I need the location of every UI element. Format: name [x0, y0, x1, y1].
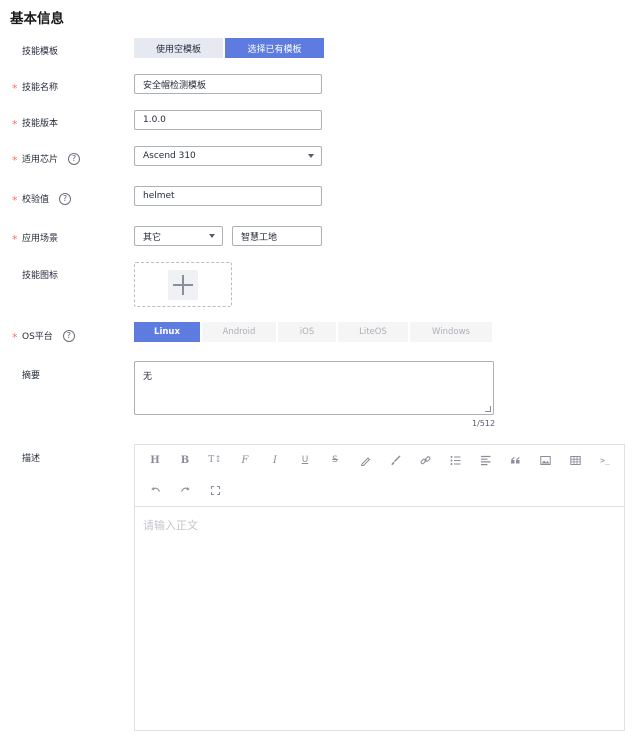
- os-ios-button[interactable]: iOS: [278, 322, 336, 342]
- brush-icon[interactable]: [386, 451, 404, 469]
- required-mark: *: [12, 193, 18, 207]
- chevron-down-icon: [209, 234, 215, 238]
- required-mark: *: [12, 81, 18, 95]
- required-mark: *: [12, 153, 18, 167]
- description-label: 描述: [22, 454, 41, 464]
- scene-label: * 应用场景: [12, 232, 59, 246]
- summary-text: 无: [143, 372, 153, 382]
- scene-input[interactable]: 智慧工地: [232, 226, 322, 246]
- strikethrough-icon[interactable]: S: [326, 451, 344, 469]
- os-windows-button[interactable]: Windows: [410, 322, 492, 342]
- help-icon[interactable]: ?: [68, 152, 81, 165]
- required-mark: *: [12, 117, 18, 131]
- bold-icon[interactable]: B: [176, 451, 194, 469]
- empty-template-button[interactable]: 使用空模板: [134, 38, 223, 58]
- table-icon[interactable]: [566, 451, 584, 469]
- quote-icon[interactable]: [506, 451, 524, 469]
- align-icon[interactable]: [476, 451, 494, 469]
- section-title: 基本信息: [10, 11, 64, 27]
- image-icon[interactable]: [536, 451, 554, 469]
- template-segmented: 使用空模板 选择已有模板: [134, 38, 324, 58]
- summary-textarea[interactable]: 无: [134, 361, 494, 415]
- summary-counter: 1/512: [472, 419, 496, 428]
- required-mark: *: [12, 232, 18, 246]
- summary-label: 摘要: [22, 371, 41, 381]
- help-icon[interactable]: ?: [59, 192, 72, 205]
- skill-name-input[interactable]: 安全帽检测模板: [134, 74, 322, 94]
- fullscreen-icon[interactable]: [206, 481, 224, 499]
- icon-upload[interactable]: [134, 262, 232, 307]
- icon-label: 技能图标: [22, 271, 59, 281]
- version-label: * 技能版本: [12, 117, 59, 131]
- chevron-down-icon: [308, 154, 314, 158]
- editor-toolbar: H B T↕ F I U S >_: [135, 445, 624, 507]
- required-mark: *: [12, 330, 18, 344]
- resize-handle-icon[interactable]: [485, 406, 491, 412]
- scene-category-select[interactable]: 其它: [134, 226, 223, 246]
- underline-icon[interactable]: U: [296, 451, 314, 469]
- bullet-list-icon[interactable]: [446, 451, 464, 469]
- rich-text-editor: H B T↕ F I U S >_ 请输入正文: [134, 444, 625, 731]
- scene-category-value: 其它: [143, 232, 162, 243]
- highlight-icon[interactable]: [356, 451, 374, 469]
- name-label: * 技能名称: [12, 81, 59, 95]
- chip-label: * 适用芯片 ?: [12, 152, 81, 167]
- undo-icon[interactable]: [146, 481, 164, 499]
- heading-icon[interactable]: H: [146, 451, 164, 469]
- help-icon[interactable]: ?: [62, 329, 75, 342]
- check-value-input[interactable]: helmet: [134, 186, 322, 206]
- italic-icon[interactable]: I: [266, 451, 284, 469]
- font-family-icon[interactable]: F: [236, 451, 254, 469]
- redo-icon[interactable]: [176, 481, 194, 499]
- editor-placeholder[interactable]: 请输入正文: [143, 517, 198, 533]
- os-liteos-button[interactable]: LiteOS: [338, 322, 408, 342]
- plus-icon: [168, 269, 198, 300]
- template-label: 技能模板: [22, 47, 59, 57]
- link-icon[interactable]: [416, 451, 434, 469]
- os-label: * OS平台 ?: [12, 329, 75, 344]
- os-segmented: Linux Android iOS LiteOS Windows: [134, 322, 492, 342]
- check-value-label: * 校验值 ?: [12, 192, 72, 207]
- chip-select[interactable]: Ascend 310: [134, 146, 322, 166]
- skill-version-input[interactable]: 1.0.0: [134, 110, 322, 130]
- os-android-button[interactable]: Android: [202, 322, 276, 342]
- os-linux-button[interactable]: Linux: [134, 322, 200, 342]
- chip-select-value: Ascend 310: [143, 151, 196, 161]
- font-size-icon[interactable]: T↕: [206, 451, 224, 469]
- existing-template-button[interactable]: 选择已有模板: [225, 38, 324, 58]
- code-icon[interactable]: >_: [596, 451, 614, 469]
